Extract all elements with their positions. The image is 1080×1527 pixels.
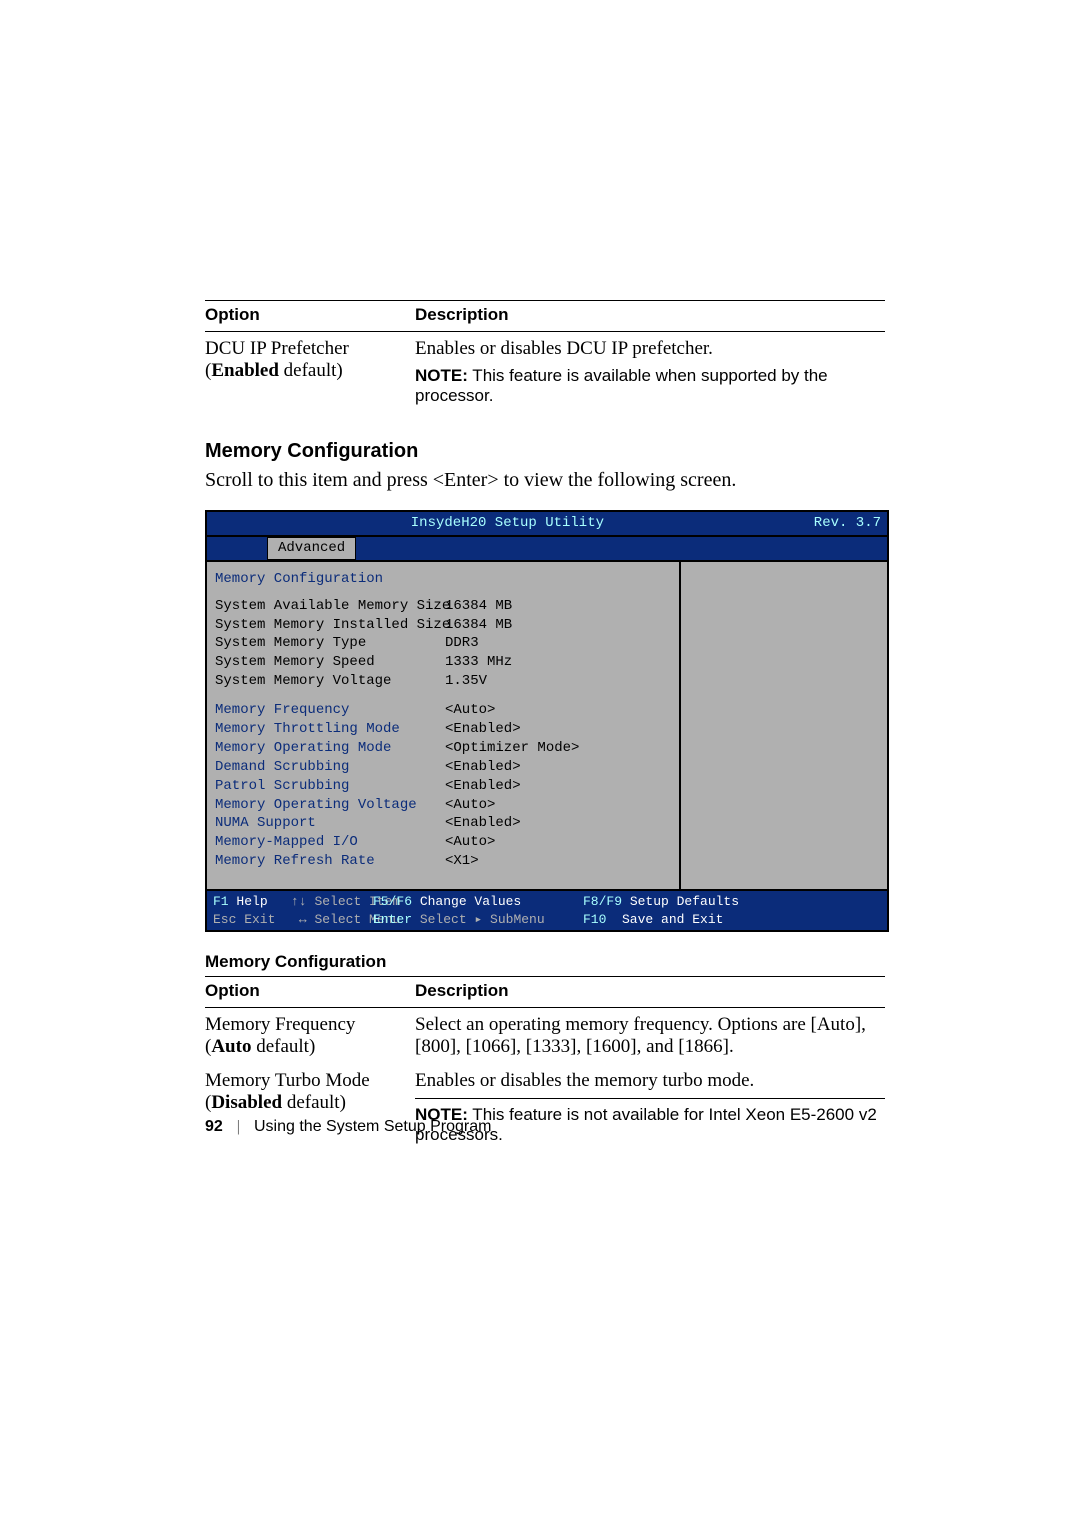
option-default: (Auto default) <box>205 1036 405 1058</box>
option-name: DCU IP Prefetcher <box>205 338 405 360</box>
option-note: NOTE: This feature is available when sup… <box>415 366 885 406</box>
bios-item-demand-scrubbing[interactable]: Demand Scrubbing <box>215 758 445 777</box>
col-description: Description <box>415 301 885 332</box>
bios-title: InsydeH20 Setup Utility <box>405 512 610 535</box>
bios-item-memory-refresh-rate[interactable]: Memory Refresh Rate <box>215 852 445 871</box>
option-desc: Enables or disables the memory turbo mod… <box>415 1070 885 1092</box>
col-option: Option <box>205 977 415 1008</box>
bios-screenshot: InsydeH20 Setup Utility Rev. 3.7 Advance… <box>205 510 889 932</box>
bios-item-memory-throttling[interactable]: Memory Throttling Mode <box>215 720 445 739</box>
option-default: (Enabled default) <box>205 360 405 382</box>
bios-settings-group: Memory Frequency<Auto> Memory Throttling… <box>215 701 671 871</box>
option-default: (Disabled default) <box>205 1092 405 1114</box>
section-heading: Memory Configuration <box>205 440 885 463</box>
option-name: Memory Turbo Mode <box>205 1070 405 1092</box>
bios-readonly-group: System Available Memory Size16384 MB Sys… <box>215 597 671 691</box>
bios-item-memory-frequency[interactable]: Memory Frequency <box>215 701 445 720</box>
option-name: Memory Frequency <box>205 1014 405 1036</box>
col-option: Option <box>205 301 415 332</box>
bios-tab-advanced[interactable]: Advanced <box>267 537 356 560</box>
bios-footer: F1 Help ↑↓ Select Item F5/F6 Change Valu… <box>207 889 887 930</box>
bios-item-memory-mapped-io[interactable]: Memory-Mapped I/O <box>215 833 445 852</box>
bios-item-numa-support[interactable]: NUMA Support <box>215 814 445 833</box>
page-footer: 92 | Using the System Setup Program <box>205 1118 491 1136</box>
bios-help-panel <box>681 562 887 889</box>
section-intro: Scroll to this item and press <Enter> to… <box>205 469 885 492</box>
options-table-1: Option Description DCU IP Prefetcher (En… <box>205 300 885 412</box>
bios-item-memory-operating-mode[interactable]: Memory Operating Mode <box>215 739 445 758</box>
bios-item-memory-operating-voltage[interactable]: Memory Operating Voltage <box>215 796 445 815</box>
bios-item-patrol-scrubbing[interactable]: Patrol Scrubbing <box>215 777 445 796</box>
col-description: Description <box>415 977 885 1008</box>
bios-panel-header: Memory Configuration <box>215 570 671 597</box>
option-desc: Select an operating memory frequency. Op… <box>415 1008 885 1065</box>
option-desc: Enables or disables DCU IP prefetcher. <box>415 338 885 360</box>
table2-title: Memory Configuration <box>205 952 885 972</box>
bios-rev: Rev. 3.7 <box>808 512 887 535</box>
